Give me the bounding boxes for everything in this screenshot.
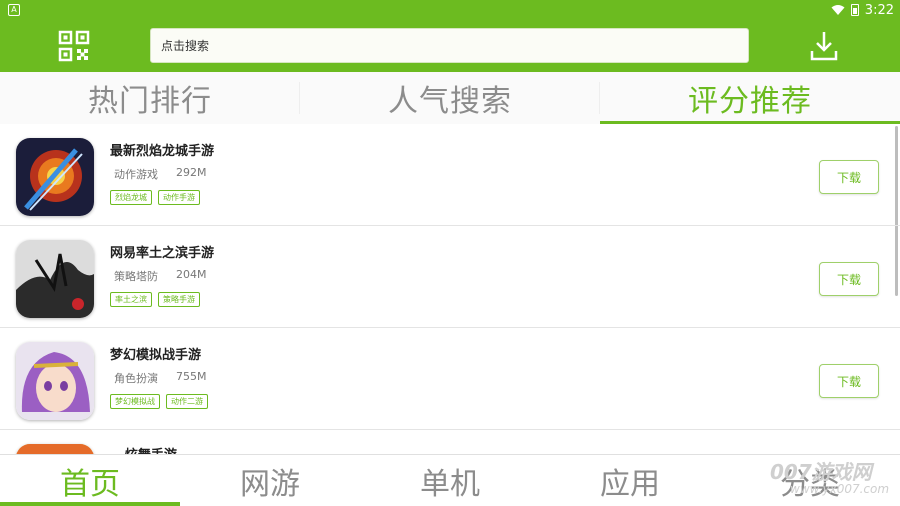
search-input[interactable]: 点击搜索: [150, 28, 749, 63]
watermark-brand: 007游戏网: [770, 460, 872, 484]
tab-popular-search[interactable]: 人气搜索: [300, 72, 600, 124]
app-name: ...炫舞手游: [110, 444, 177, 454]
list-item[interactable]: ...炫舞手游: [0, 440, 900, 454]
nav-single-player[interactable]: 单机: [360, 455, 540, 506]
app-tag[interactable]: 策略手游: [158, 292, 200, 307]
app-tag[interactable]: 烈焰龙城: [110, 190, 152, 205]
app-size: 755M: [176, 370, 207, 383]
notification-icon: A: [8, 4, 20, 16]
app-icon[interactable]: [16, 342, 94, 420]
wifi-icon: [831, 5, 845, 15]
qr-scan-icon[interactable]: [58, 30, 90, 62]
nav-online-games[interactable]: 网游: [180, 455, 360, 506]
category-tabs: 热门排行 人气搜索 评分推荐: [0, 72, 900, 124]
app-icon[interactable]: [16, 240, 94, 318]
watermark-url: www.yx007.com: [790, 482, 890, 496]
app-category: 角色扮演: [114, 372, 158, 385]
app-tag[interactable]: 动作手游: [158, 190, 200, 205]
list-item[interactable]: 最新烈焰龙城手游 动作游戏 292M 烈焰龙城 动作手游 下载: [0, 124, 900, 226]
app-icon[interactable]: [16, 444, 94, 454]
nav-home[interactable]: 首页: [0, 455, 180, 506]
status-bar: A 3:22: [0, 0, 900, 20]
download-button[interactable]: 下载: [819, 364, 879, 398]
app-tag[interactable]: 率土之滨: [110, 292, 152, 307]
app-category: 策略塔防: [114, 270, 158, 283]
list-item[interactable]: 网易率土之滨手游 策略塔防 204M 率土之滨 策略手游 下载: [0, 226, 900, 328]
download-button[interactable]: 下载: [819, 160, 879, 194]
list-item[interactable]: 梦幻模拟战手游 角色扮演 755M 梦幻模拟战 动作二游 下载: [0, 328, 900, 430]
app-tag[interactable]: 动作二游: [166, 394, 208, 409]
search-placeholder: 点击搜索: [161, 39, 210, 53]
app-icon[interactable]: [16, 138, 94, 216]
app-name: 最新烈焰龙城手游: [110, 144, 215, 159]
app-category: 动作游戏: [114, 168, 158, 181]
app-size: 204M: [176, 268, 207, 281]
nav-apps[interactable]: 应用: [540, 455, 720, 506]
app-name: 梦幻模拟战手游: [110, 348, 202, 363]
app-size: 292M: [176, 166, 207, 179]
download-button[interactable]: 下载: [819, 262, 879, 296]
battery-icon: [850, 4, 859, 16]
bottom-nav: 首页 网游 单机 应用 分类: [0, 454, 900, 506]
clock: 3:22: [864, 2, 894, 18]
tab-hot-ranking[interactable]: 热门排行: [0, 72, 300, 124]
top-bar: 点击搜索: [0, 20, 900, 72]
tab-rating-recommend[interactable]: 评分推荐: [600, 72, 900, 124]
download-manager-icon[interactable]: [808, 29, 840, 63]
app-name: 网易率土之滨手游: [110, 246, 215, 261]
app-list[interactable]: 最新烈焰龙城手游 动作游戏 292M 烈焰龙城 动作手游 下载 网易率土之滨手游…: [0, 124, 900, 454]
app-tag[interactable]: 梦幻模拟战: [110, 394, 160, 409]
